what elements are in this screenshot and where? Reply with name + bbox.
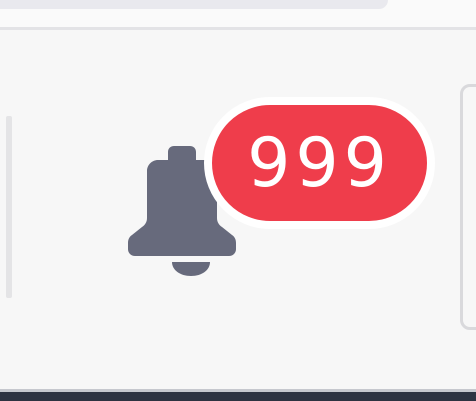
- left-separator: [6, 116, 12, 298]
- notification-count-badge: 999: [204, 97, 435, 229]
- search-field-edge[interactable]: [0, 0, 388, 9]
- header-divider: [0, 27, 476, 30]
- right-edge-panel: [460, 84, 476, 330]
- notification-area: 999: [0, 0, 476, 401]
- bottom-divider: [0, 389, 476, 392]
